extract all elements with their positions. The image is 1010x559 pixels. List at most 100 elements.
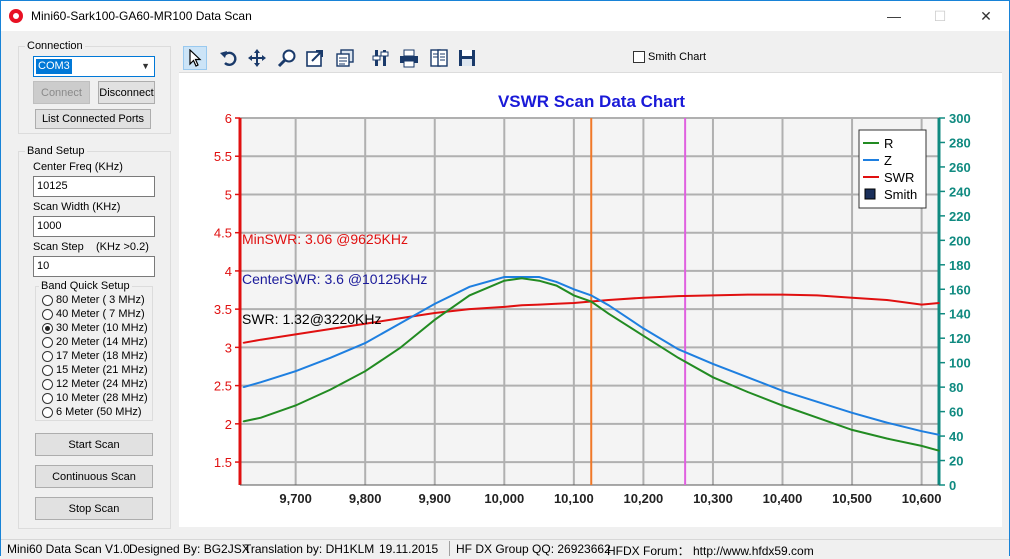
zoom-icon[interactable] (275, 46, 299, 70)
undo-icon[interactable] (217, 46, 241, 70)
settings-icon[interactable] (369, 46, 393, 70)
data-point-r (503, 279, 506, 282)
pointer-icon[interactable] (183, 46, 207, 70)
y-left-tick-label: 3.5 (214, 302, 232, 317)
maximize-button[interactable]: ☐ (917, 1, 963, 31)
start-scan-button[interactable]: Start Scan (35, 433, 153, 456)
band-radio-label: 40 Meter ( 7 MHz) (56, 308, 145, 320)
radio-button[interactable] (42, 378, 53, 390)
data-point-swr (938, 302, 940, 304)
band-radio-6[interactable]: 12 Meter (24 MHz) (42, 377, 148, 391)
data-point-swr (555, 302, 558, 305)
band-radio-8[interactable]: 6 Meter (50 MHz) (42, 405, 142, 419)
export-icon[interactable] (303, 46, 327, 70)
y-left-tick-label: 3 (225, 340, 232, 355)
radio-button[interactable] (42, 406, 53, 418)
y-left-tick-label: 1.5 (214, 455, 232, 470)
data-point-swr (746, 293, 749, 296)
band-radio-4[interactable]: 17 Meter (18 MHz) (42, 349, 148, 363)
x-tick-label: 9,900 (418, 491, 451, 506)
list-ports-button[interactable]: List Connected Ports (35, 109, 151, 129)
data-point-z (781, 390, 784, 392)
band-radio-label: 10 Meter (28 MHz) (56, 392, 148, 404)
data-point-z (242, 386, 245, 388)
scan-width-input[interactable]: 1000 (33, 216, 155, 237)
radio-button[interactable] (42, 392, 53, 404)
annotation-0: MinSWR: 3.06 @9625KHz (242, 231, 408, 247)
radio-button[interactable] (42, 350, 53, 362)
print-icon[interactable] (397, 46, 421, 70)
smith-chart-checkbox-box[interactable] (633, 51, 645, 63)
data-point-r (677, 356, 679, 359)
y-right-tick-label: 260 (949, 160, 971, 175)
data-point-swr (920, 303, 923, 306)
data-point-r (555, 284, 558, 287)
radio-button[interactable] (42, 322, 53, 334)
y-right-tick-label: 180 (949, 258, 971, 273)
close-button[interactable]: ✕ (963, 1, 1009, 31)
legend-label-z: Z (884, 153, 892, 168)
x-tick-label: 10,500 (832, 491, 872, 506)
band-radio-2[interactable]: 30 Meter (10 MHz) (42, 321, 148, 335)
app-icon (9, 9, 23, 23)
copy-icon[interactable] (333, 46, 357, 70)
save-icon[interactable] (455, 46, 479, 70)
status-qq: HF DX Group QQ: 26923662 (456, 542, 611, 556)
data-point-r (816, 416, 819, 419)
stop-scan-button[interactable]: Stop Scan (35, 497, 153, 520)
preview-icon[interactable] (427, 46, 451, 70)
x-tick-label: 10,400 (763, 491, 803, 506)
data-point-z (712, 363, 714, 365)
band-radio-3[interactable]: 20 Meter (14 MHz) (42, 335, 148, 349)
annotation-1: CenterSWR: 3.6 @10125KHz (242, 271, 427, 287)
band-radio-1[interactable]: 40 Meter ( 7 MHz) (42, 307, 145, 321)
data-point-z (260, 381, 262, 384)
y-left-tick-label: 2.5 (214, 379, 232, 394)
data-point-z (503, 276, 506, 278)
status-version: Mini60 Data Scan V1.0 (7, 542, 130, 556)
minimize-button[interactable]: — (871, 1, 917, 31)
chevron-down-icon: ▼ (141, 61, 150, 71)
radio-button[interactable] (42, 336, 53, 348)
vswr-chart[interactable]: 9,700 9,800 9,900 10,000 10,100 10,200 10,300 1… (179, 73, 1002, 527)
data-point-r (590, 300, 593, 303)
band-radio-label: 20 Meter (14 MHz) (56, 336, 148, 348)
port-select[interactable]: COM3 ▼ (33, 56, 155, 77)
data-point-r (294, 404, 297, 407)
center-freq-input[interactable]: 10125 (33, 176, 155, 197)
status-bar: Mini60 Data Scan V1.0 Designed By: BG2JS… (1, 539, 1009, 558)
data-point-z (538, 276, 540, 278)
data-point-z (938, 434, 940, 436)
radio-button[interactable] (42, 364, 53, 376)
annotation-2: SWR: 1.32@3220KHz (242, 311, 382, 327)
disconnect-button[interactable]: Disconnect (98, 81, 155, 104)
move-icon[interactable] (245, 46, 269, 70)
radio-button[interactable] (42, 308, 53, 320)
data-point-z (746, 376, 749, 379)
y-left-tick-label: 4.5 (214, 226, 232, 241)
data-point-r (712, 376, 714, 379)
continuous-scan-button[interactable]: Continuous Scan (35, 465, 153, 488)
data-point-r (781, 404, 784, 407)
connect-button[interactable]: Connect (33, 81, 90, 104)
data-point-swr (538, 303, 540, 306)
band-radio-0[interactable]: 80 Meter ( 3 MHz) (42, 293, 145, 307)
data-point-swr (642, 296, 645, 299)
data-point-swr (433, 312, 436, 314)
y-right-tick-label: 60 (949, 405, 963, 420)
data-point-r (573, 294, 575, 297)
status-date: 19.11.2015 (379, 542, 439, 556)
radio-button[interactable] (42, 294, 53, 306)
status-separator (449, 541, 450, 556)
scan-step-input[interactable]: 10 (33, 256, 155, 277)
y-right-tick-label: 20 (949, 454, 963, 469)
band-radio-7[interactable]: 10 Meter (28 MHz) (42, 391, 148, 405)
center-freq-label: Center Freq (KHz) (33, 161, 123, 173)
smith-chart-checkbox[interactable]: Smith Chart (633, 51, 706, 63)
data-point-r (642, 334, 645, 337)
data-point-swr (520, 304, 523, 307)
data-point-r (851, 429, 853, 431)
band-radio-5[interactable]: 15 Meter (21 MHz) (42, 363, 148, 377)
y-right-tick-label: 100 (949, 356, 971, 371)
y-right-tick-label: 40 (949, 429, 963, 444)
